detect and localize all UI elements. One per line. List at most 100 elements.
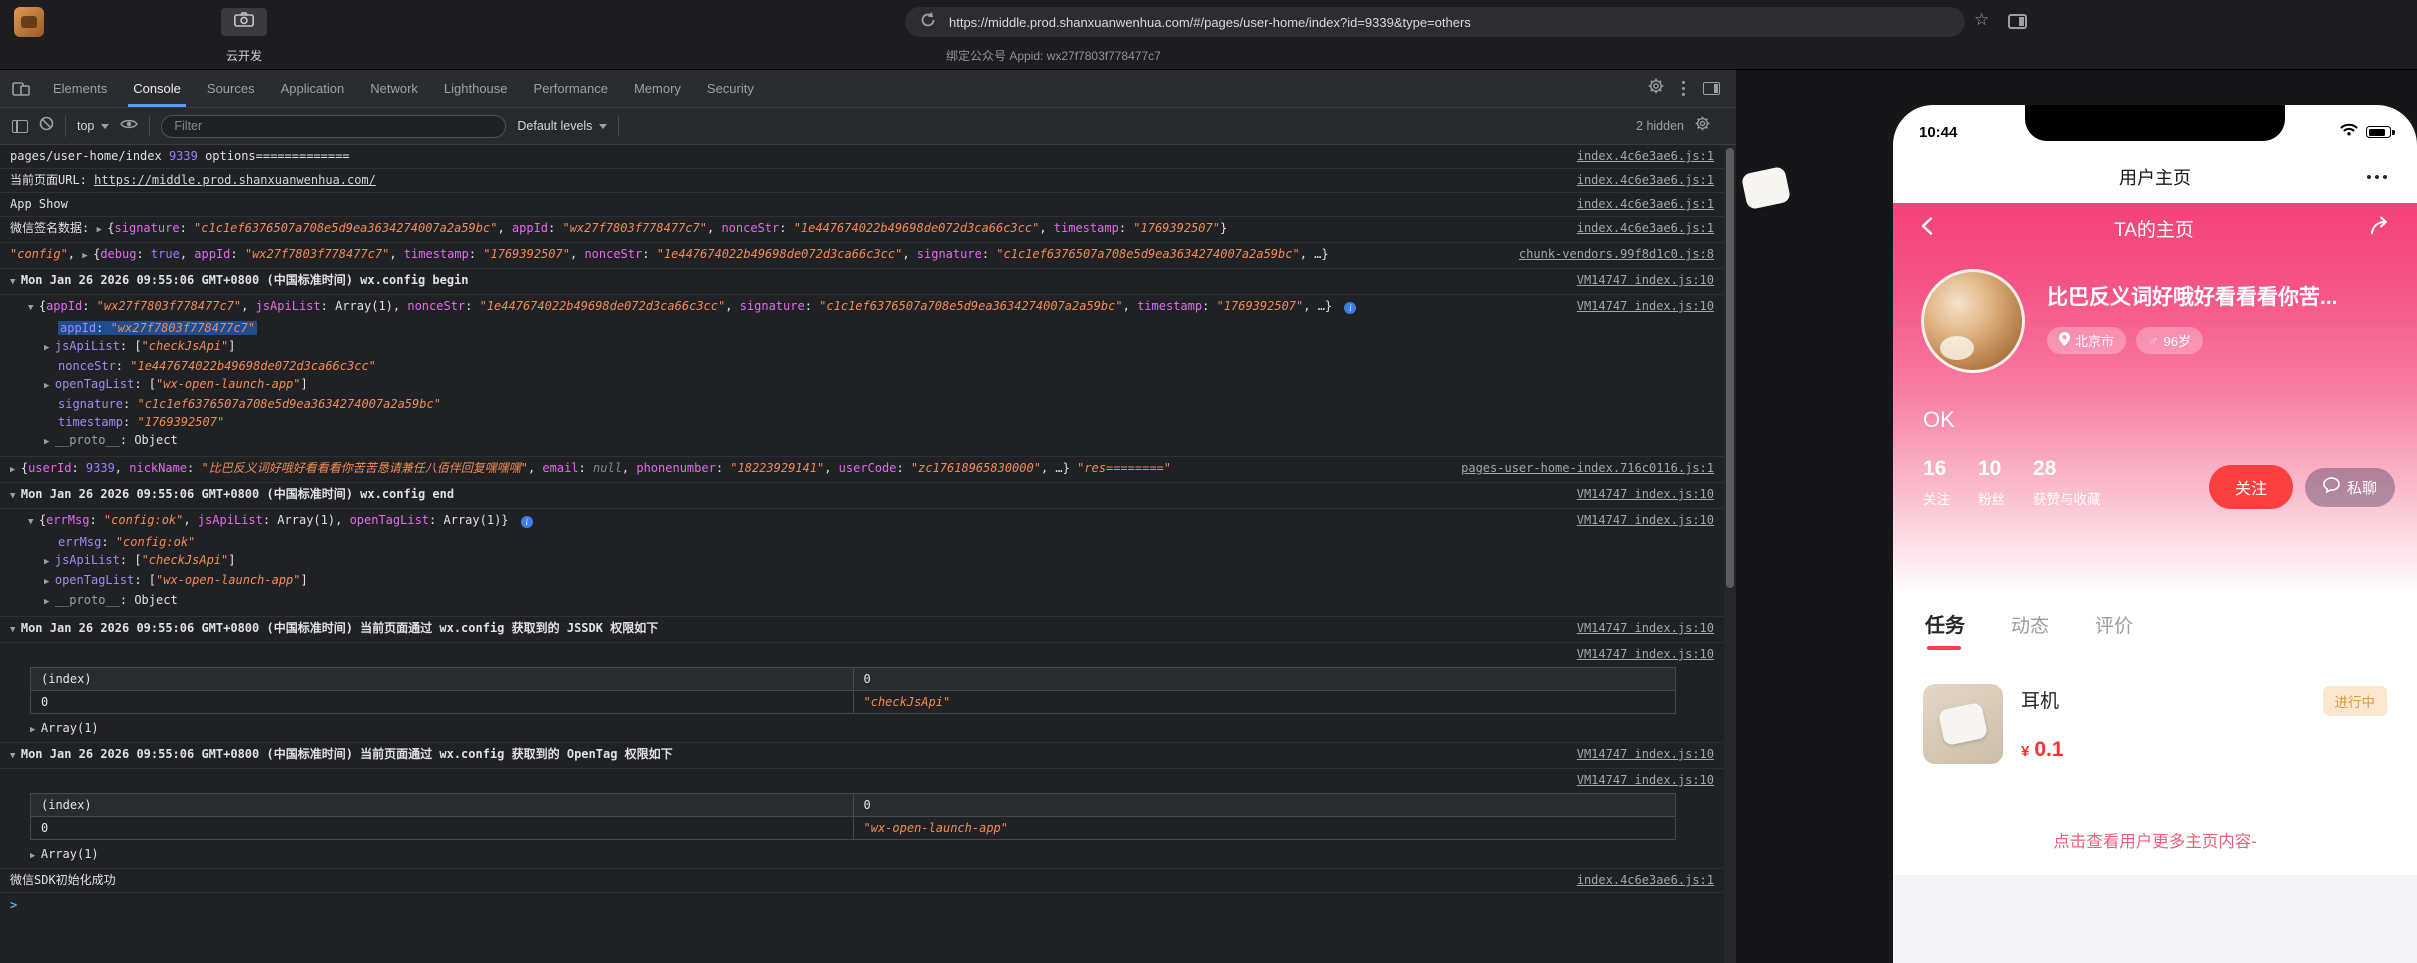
gear-icon[interactable] xyxy=(1648,78,1664,99)
console-token: nonceStr xyxy=(407,299,466,313)
source-link[interactable]: index.4c6e3ae6.js:1 xyxy=(1577,220,1714,237)
stat-followers[interactable]: 10 粉丝 xyxy=(1978,457,2005,508)
gender-age-tag: ♂ 96岁 xyxy=(2136,327,2203,354)
console-token: nickName xyxy=(129,461,188,475)
url-text[interactable]: https://middle.prod.shanxuanwenhua.com/#… xyxy=(949,15,1471,30)
source-link[interactable]: VM14747 index.js:10 xyxy=(1577,620,1714,637)
clear-console-icon[interactable] xyxy=(39,116,54,136)
table-header-cell[interactable]: (index) xyxy=(30,667,854,691)
console-scrollbar[interactable] xyxy=(1724,145,1736,963)
extension-icon[interactable] xyxy=(14,7,44,37)
devtools-tab-performance[interactable]: Performance xyxy=(521,70,621,107)
disclosure-triangle[interactable]: ▶ xyxy=(44,381,55,391)
disclosure-triangle[interactable]: ▼ xyxy=(10,491,21,501)
disclosure-triangle[interactable]: ▶ xyxy=(44,577,55,587)
table-header-cell[interactable]: 0 xyxy=(852,667,1676,691)
disclosure-triangle[interactable]: ▼ xyxy=(10,625,21,635)
source-link[interactable]: index.4c6e3ae6.js:1 xyxy=(1577,196,1714,213)
view-more-link[interactable]: 点击查看用户更多主页内容- xyxy=(1893,828,2417,852)
console-sidebar-icon[interactable] xyxy=(12,119,28,133)
devtools-tab-elements[interactable]: Elements xyxy=(40,70,120,107)
chat-bubble-icon xyxy=(2323,477,2340,497)
disclosure-triangle[interactable]: ▼ xyxy=(10,277,21,287)
log-levels-selector[interactable]: Default levels xyxy=(517,119,608,133)
context-selector[interactable]: top xyxy=(77,119,110,133)
task-price: ¥0.1 xyxy=(2021,738,2064,761)
source-link[interactable]: VM14747 index.js:10 xyxy=(1577,646,1714,663)
reload-icon[interactable] xyxy=(919,11,937,34)
status-time: 10:44 xyxy=(1919,123,1958,141)
device-toolbar-icon[interactable] xyxy=(12,81,30,96)
scrollbar-thumb[interactable] xyxy=(1726,148,1734,588)
disclosure-triangle[interactable]: ▼ xyxy=(10,751,21,761)
address-bar[interactable]: https://middle.prod.shanxuanwenhua.com/#… xyxy=(905,7,1965,37)
task-list-item[interactable]: 耳机 进行中 ¥0.1 xyxy=(1923,684,2387,764)
devtools-tab-memory[interactable]: Memory xyxy=(621,70,694,107)
disclosure-triangle[interactable]: ▶ xyxy=(82,251,93,261)
bookmark-star-icon[interactable]: ☆ xyxy=(1974,11,1989,28)
follow-button[interactable]: 关注 xyxy=(2208,465,2293,509)
source-link[interactable]: pages-user-home-index.716c0116.js:1 xyxy=(1461,460,1714,477)
stat-following[interactable]: 16 关注 xyxy=(1923,457,1950,508)
devtools-tab-sources[interactable]: Sources xyxy=(194,70,268,107)
devtools-tab-network[interactable]: Network xyxy=(357,70,431,107)
source-link[interactable]: index.4c6e3ae6.js:1 xyxy=(1577,148,1714,165)
table-header-cell[interactable]: 0 xyxy=(852,793,1676,817)
devtools-tab-application[interactable]: Application xyxy=(268,70,358,107)
source-link[interactable]: chunk-vendors.99f8d1c0.js:8 xyxy=(1519,246,1714,263)
disclosure-triangle[interactable]: ▶ xyxy=(10,465,21,475)
disclosure-triangle[interactable]: ▶ xyxy=(44,597,55,607)
console-token: : xyxy=(82,299,97,313)
disclosure-triangle[interactable]: ▼ xyxy=(28,303,39,313)
share-icon[interactable] xyxy=(2369,216,2393,241)
source-link[interactable]: VM14747 index.js:10 xyxy=(1577,512,1714,529)
devtools-tab-lighthouse[interactable]: Lighthouse xyxy=(431,70,521,107)
source-link[interactable]: VM14747 index.js:10 xyxy=(1577,746,1714,763)
hero-title: TA的主页 xyxy=(2114,219,2194,241)
disclosure-triangle[interactable]: ▼ xyxy=(28,517,39,527)
console-settings-gear-icon[interactable] xyxy=(1695,116,1710,136)
disclosure-triangle[interactable]: ▶ xyxy=(44,437,55,447)
logged-url[interactable]: https://middle.prod.shanxuanwenhua.com/ xyxy=(94,173,376,187)
tab-tasks[interactable]: 任务 xyxy=(1925,609,1965,650)
cloud-dev-label[interactable]: 云开发 xyxy=(206,47,282,64)
table-header-cell[interactable]: (index) xyxy=(30,793,854,817)
disclosure-triangle[interactable]: ▶ xyxy=(44,343,55,353)
disclosure-triangle[interactable]: ▶ xyxy=(30,851,41,861)
disclosure-triangle[interactable]: ▶ xyxy=(44,557,55,567)
devtools-tab-console[interactable]: Console xyxy=(120,70,194,107)
stat-likes-favorites[interactable]: 28 获赞与收藏 xyxy=(2033,457,2101,508)
source-link[interactable]: VM14747 index.js:10 xyxy=(1577,486,1714,503)
side-panel-icon[interactable] xyxy=(2008,14,2027,29)
console-token: 微信SDK初始化成功 xyxy=(10,873,116,887)
devtools-tab-security[interactable]: Security xyxy=(694,70,767,107)
console-token: , xyxy=(183,513,198,527)
filter-input[interactable] xyxy=(161,114,507,138)
console-token: , xyxy=(725,299,740,313)
screenshot-button[interactable] xyxy=(221,8,267,36)
console-token: , xyxy=(569,247,585,261)
source-link[interactable]: VM14747 index.js:10 xyxy=(1577,272,1714,289)
source-link[interactable]: index.4c6e3ae6.js:1 xyxy=(1577,872,1714,889)
page-title: 用户主页 xyxy=(2119,168,2191,188)
disclosure-triangle[interactable]: ▶ xyxy=(96,225,107,235)
console-prompt[interactable]: > xyxy=(0,893,1724,917)
source-link[interactable]: VM14747 index.js:10 xyxy=(1577,298,1714,315)
source-link[interactable]: index.4c6e3ae6.js:1 xyxy=(1577,172,1714,189)
source-link[interactable]: VM14747 index.js:10 xyxy=(1577,772,1714,789)
avatar[interactable] xyxy=(1921,269,2025,373)
disclosure-triangle[interactable]: ▶ xyxy=(30,725,41,735)
tab-reviews[interactable]: 评价 xyxy=(2095,611,2133,638)
chevron-down-icon xyxy=(101,123,110,129)
tab-moments[interactable]: 动态 xyxy=(2011,611,2049,638)
more-options-icon[interactable] xyxy=(1681,80,1685,97)
console-message-text: ▼ Mon Jan 26 2026 09:55:06 GMT+0800 (中国标… xyxy=(10,620,1563,639)
hidden-messages-count[interactable]: 2 hidden xyxy=(1636,119,1684,133)
dock-side-icon[interactable] xyxy=(1703,82,1720,95)
eye-icon[interactable] xyxy=(120,117,139,135)
more-menu-icon[interactable] xyxy=(2366,174,2387,180)
console-log: pages/user-home/index 9339 options======… xyxy=(0,145,1724,963)
back-icon[interactable] xyxy=(1917,215,1939,242)
chat-button[interactable]: 私聊 xyxy=(2304,467,2395,507)
console-token: , xyxy=(179,247,195,261)
